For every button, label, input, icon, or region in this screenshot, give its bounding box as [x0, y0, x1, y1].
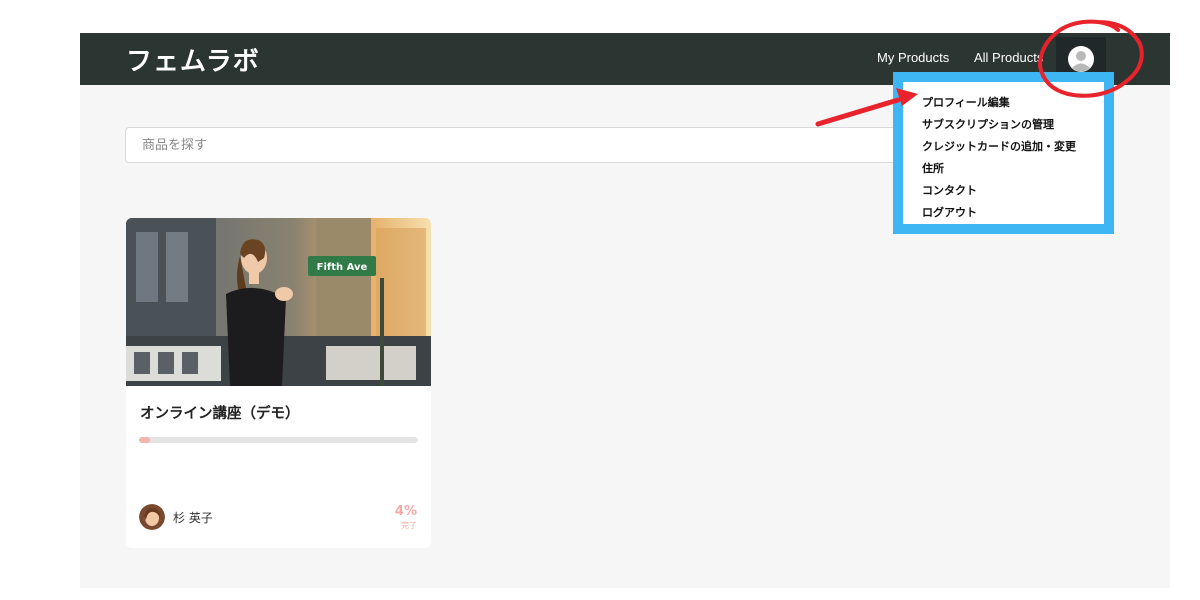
user-avatar-icon — [1068, 46, 1094, 72]
search-input[interactable] — [125, 127, 905, 163]
user-dropdown-menu: プロフィール編集 サブスクリプションの管理 クレジットカードの追加・変更 住所 … — [893, 72, 1114, 234]
course-progress-bar — [139, 437, 418, 443]
menu-item-address[interactable]: 住所 — [922, 158, 1076, 180]
menu-item-contact[interactable]: コンタクト — [922, 180, 1076, 202]
completion-percent: 4% — [394, 504, 417, 519]
course-title: オンライン講座（デモ） — [140, 406, 300, 422]
course-progress-fill — [139, 437, 151, 443]
menu-item-edit-profile[interactable]: プロフィール編集 — [922, 92, 1076, 114]
course-card[interactable]: Fifth Ave オンライン講座（デモ） 杉 英子 4% 完了 — [126, 218, 431, 548]
user-menu-list: プロフィール編集 サブスクリプションの管理 クレジットカードの追加・変更 住所 … — [922, 92, 1076, 224]
menu-item-credit-card[interactable]: クレジットカードの追加・変更 — [922, 136, 1076, 158]
completion-label: 完了 — [401, 521, 417, 530]
course-thumbnail-image: Fifth Ave — [126, 218, 431, 386]
author-name: 杉 英子 — [173, 511, 213, 525]
street-sign-text: Fifth Ave — [317, 262, 368, 273]
brand-logo[interactable]: フェムラボ — [126, 41, 260, 78]
menu-item-logout[interactable]: ログアウト — [922, 202, 1076, 224]
nav-all-products[interactable]: All Products — [974, 50, 1043, 65]
nav-my-products[interactable]: My Products — [877, 50, 949, 65]
author-avatar — [139, 504, 165, 530]
menu-item-manage-subscriptions[interactable]: サブスクリプションの管理 — [922, 114, 1076, 136]
